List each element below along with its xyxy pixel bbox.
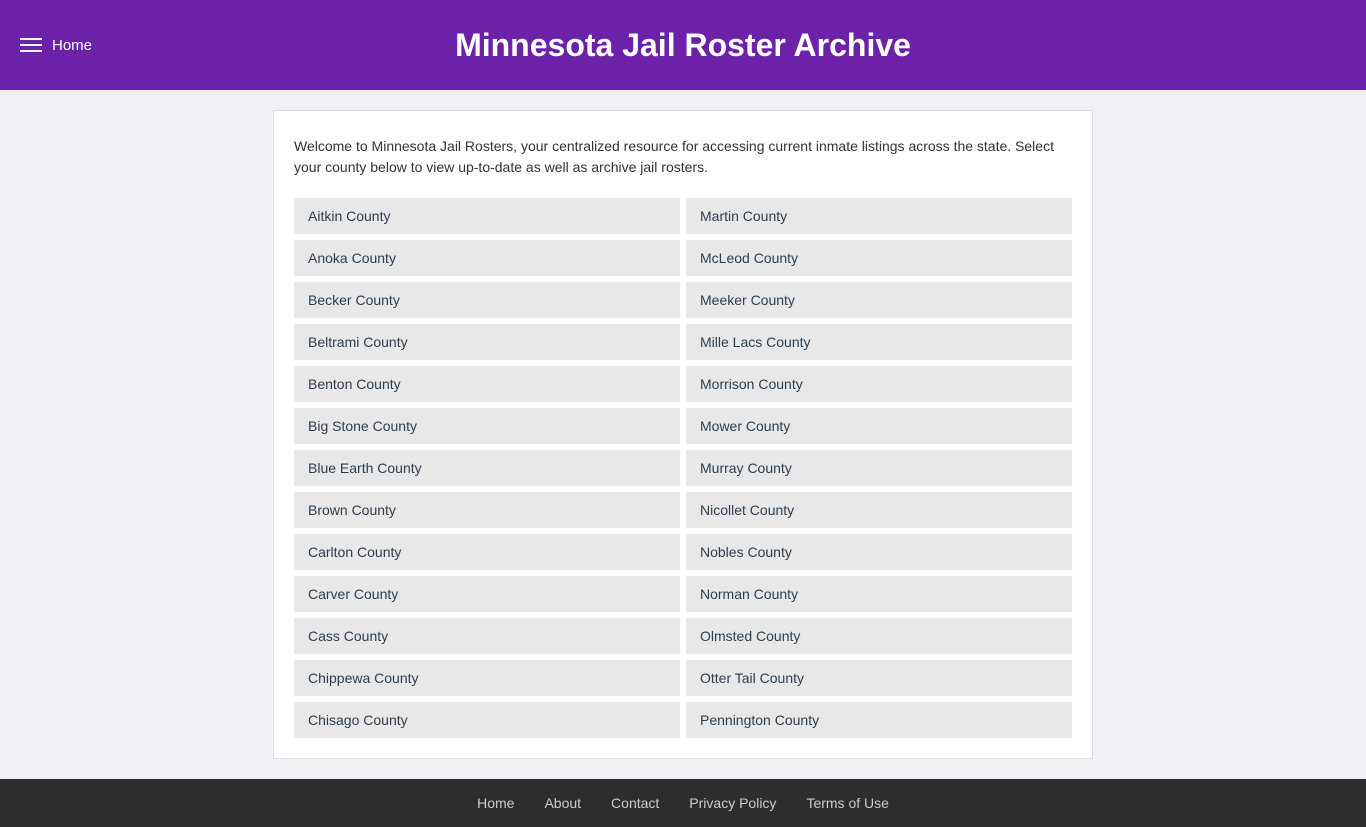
- county-item[interactable]: Mille Lacs County: [686, 324, 1072, 360]
- footer-link-contact[interactable]: Contact: [611, 795, 659, 811]
- county-item[interactable]: Brown County: [294, 492, 680, 528]
- page-title: Minnesota Jail Roster Archive: [455, 27, 911, 64]
- county-item[interactable]: Norman County: [686, 576, 1072, 612]
- footer-link-terms-of-use[interactable]: Terms of Use: [806, 795, 888, 811]
- page-title-container: Minnesota Jail Roster Archive: [455, 27, 911, 64]
- county-item[interactable]: Chippewa County: [294, 660, 680, 696]
- county-grid: Aitkin CountyMartin CountyAnoka CountyMc…: [294, 198, 1072, 738]
- county-item[interactable]: Chisago County: [294, 702, 680, 738]
- county-item[interactable]: Big Stone County: [294, 408, 680, 444]
- footer-link-home[interactable]: Home: [477, 795, 514, 811]
- nav-toggle[interactable]: [20, 38, 42, 52]
- county-item[interactable]: Benton County: [294, 366, 680, 402]
- county-item[interactable]: Carver County: [294, 576, 680, 612]
- county-item[interactable]: Blue Earth County: [294, 450, 680, 486]
- footer-link-privacy-policy[interactable]: Privacy Policy: [689, 795, 776, 811]
- footer-link-about[interactable]: About: [544, 795, 581, 811]
- county-item[interactable]: Becker County: [294, 282, 680, 318]
- county-item[interactable]: Martin County: [686, 198, 1072, 234]
- county-item[interactable]: Otter Tail County: [686, 660, 1072, 696]
- main-content: Welcome to Minnesota Jail Rosters, your …: [0, 90, 1366, 779]
- county-item[interactable]: Anoka County: [294, 240, 680, 276]
- county-item[interactable]: Aitkin County: [294, 198, 680, 234]
- county-item[interactable]: Morrison County: [686, 366, 1072, 402]
- county-item[interactable]: Beltrami County: [294, 324, 680, 360]
- home-link[interactable]: Home: [52, 37, 92, 54]
- county-item[interactable]: Meeker County: [686, 282, 1072, 318]
- county-item[interactable]: Murray County: [686, 450, 1072, 486]
- site-footer: Home About Contact Privacy Policy Terms of U…: [0, 779, 1366, 827]
- content-wrapper: Welcome to Minnesota Jail Rosters, your …: [273, 110, 1093, 759]
- county-item[interactable]: Cass County: [294, 618, 680, 654]
- county-item[interactable]: Olmsted County: [686, 618, 1072, 654]
- county-item[interactable]: Nicollet County: [686, 492, 1072, 528]
- county-item[interactable]: Carlton County: [294, 534, 680, 570]
- county-item[interactable]: McLeod County: [686, 240, 1072, 276]
- county-item[interactable]: Nobles County: [686, 534, 1072, 570]
- county-item[interactable]: Pennington County: [686, 702, 1072, 738]
- intro-text: Welcome to Minnesota Jail Rosters, your …: [294, 136, 1072, 178]
- site-header: Home Minnesota Jail Roster Archive: [0, 0, 1366, 90]
- county-item[interactable]: Mower County: [686, 408, 1072, 444]
